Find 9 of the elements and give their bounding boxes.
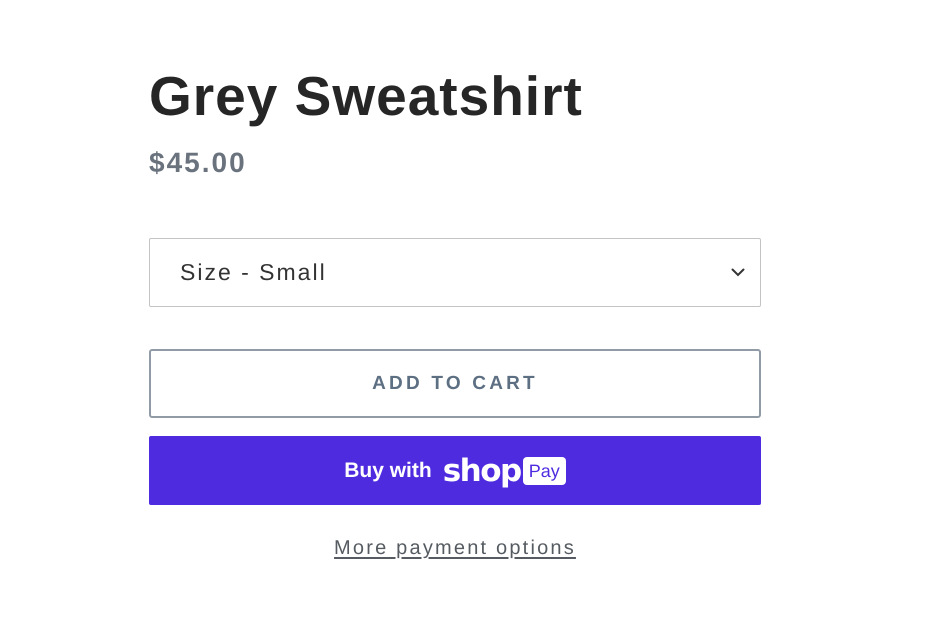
shop-wordmark: shop (442, 452, 521, 488)
chevron-down-icon (731, 268, 745, 277)
buy-with-shop-pay-button[interactable]: Buy with shop Pay (149, 436, 761, 505)
product-title: Grey Sweatshirt (149, 67, 583, 125)
product-price: $45.00 (149, 147, 247, 179)
pay-badge: Pay (522, 456, 566, 484)
add-to-cart-button[interactable]: ADD TO CART (149, 349, 761, 418)
size-select[interactable]: Size - Small (149, 238, 761, 307)
more-payment-options-link[interactable]: More payment options (334, 537, 576, 560)
